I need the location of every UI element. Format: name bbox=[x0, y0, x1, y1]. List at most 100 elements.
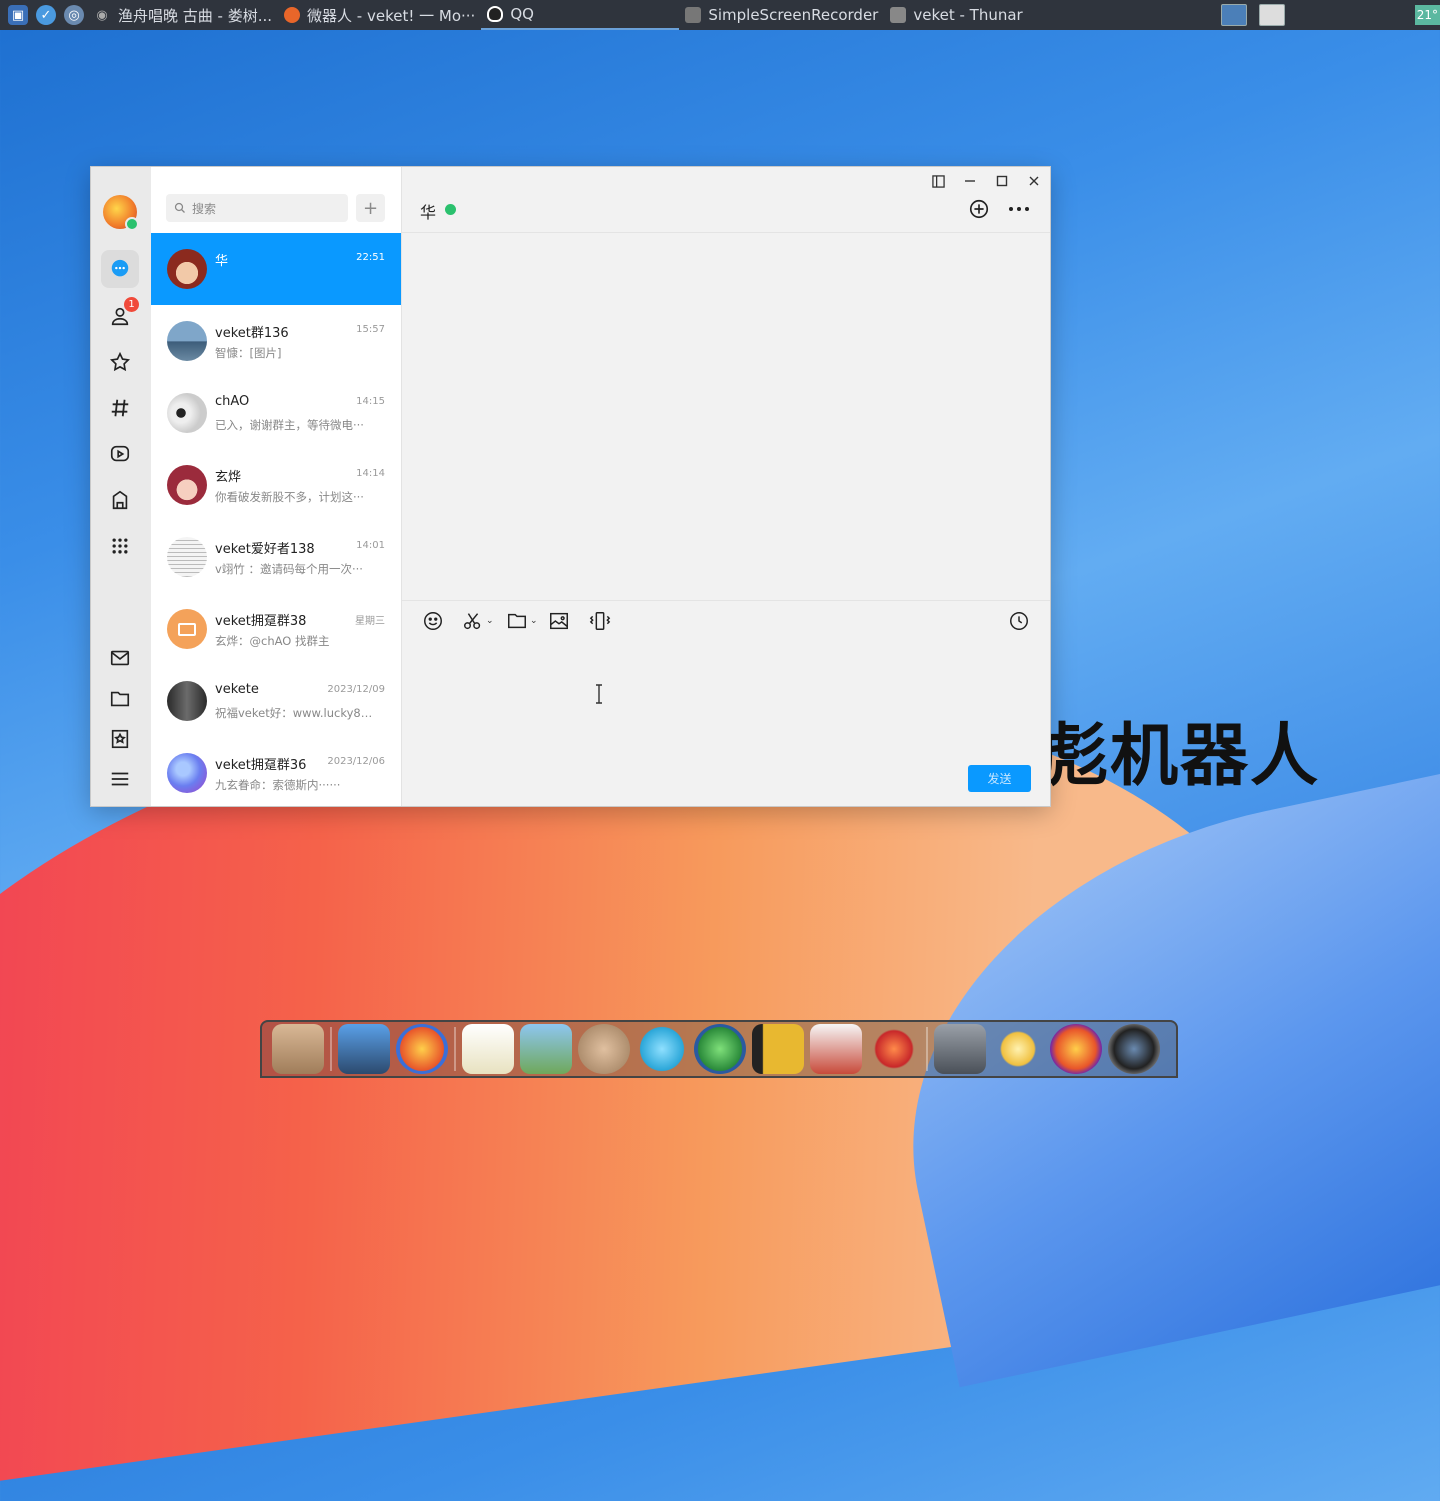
conversation-time: 22:51 bbox=[356, 252, 385, 263]
qq-penguin-icon bbox=[487, 6, 504, 22]
game-icon[interactable] bbox=[107, 487, 133, 513]
conversation-item[interactable]: veket群136 15:57 智慷：[图片] bbox=[151, 305, 401, 377]
avatar bbox=[167, 609, 207, 649]
task-thunar[interactable]: veket - Thunar bbox=[884, 0, 1028, 30]
conversation-time: 2023/12/09 bbox=[327, 684, 385, 695]
task-thunar-label: veket - Thunar bbox=[913, 6, 1023, 24]
hash-icon[interactable] bbox=[107, 395, 133, 421]
conversation-time: 2023/12/06 bbox=[327, 756, 385, 767]
online-status-dot bbox=[445, 204, 456, 215]
text-editor-icon[interactable] bbox=[462, 1024, 514, 1074]
contacts-badge: 1 bbox=[124, 297, 139, 312]
conversation-name: veket群136 bbox=[215, 326, 289, 341]
dock-separator bbox=[330, 1027, 332, 1071]
emoji-icon[interactable] bbox=[422, 610, 444, 632]
star-icon[interactable] bbox=[107, 349, 133, 375]
browser-icon[interactable]: ✓ bbox=[36, 5, 56, 25]
conversation-name: veket拥趸群36 bbox=[215, 758, 307, 773]
add-member-icon[interactable] bbox=[968, 198, 990, 220]
conversation-time: 14:01 bbox=[356, 540, 385, 551]
record-icon[interactable]: ◉ bbox=[92, 5, 112, 25]
conversation-item[interactable]: veket拥趸群38 星期三 玄烨：@chAO 找群主 bbox=[151, 593, 401, 665]
system-tray: 21° bbox=[1220, 0, 1440, 30]
media-player-icon[interactable] bbox=[694, 1024, 746, 1074]
atom-icon[interactable] bbox=[636, 1024, 688, 1074]
wallpaper-text: 彪机器人 bbox=[1040, 717, 1321, 796]
conversation-preview: 你看破发新股不多，计划这··· bbox=[215, 490, 364, 504]
conversation-list: 搜索 + 华 22:51 veket群136 15:57 智慷：[图片] chA… bbox=[151, 167, 401, 806]
music-player-icon[interactable] bbox=[578, 1024, 630, 1074]
history-icon[interactable] bbox=[1008, 610, 1030, 632]
contacts-icon[interactable]: 1 bbox=[107, 297, 139, 329]
top-panel: ▣ ✓ ◎ ◉ 渔舟唱晚 古曲 - 娄树... 微器人 - veket! 一 M… bbox=[0, 0, 1440, 30]
clock[interactable]: 21° bbox=[1414, 5, 1440, 25]
conversation-item[interactable]: vekete 2023/12/09 祝福veket好：www.lucky8k.·… bbox=[151, 665, 401, 737]
online-status-dot bbox=[125, 217, 139, 231]
shake-icon[interactable] bbox=[588, 610, 612, 632]
search-icon bbox=[174, 202, 185, 213]
notebook-icon[interactable] bbox=[752, 1024, 804, 1074]
conversation-preview: 九玄眷命：索德斯内······ bbox=[215, 778, 341, 792]
task-qq[interactable]: QQ bbox=[481, 0, 680, 30]
computer-icon[interactable] bbox=[338, 1024, 390, 1074]
conversation-time: 星期三 bbox=[355, 616, 385, 627]
desktop-icon[interactable]: ▣ bbox=[8, 5, 28, 25]
conversation-item[interactable]: 玄烨 14:14 你看破发新股不多，计划这··· bbox=[151, 449, 401, 521]
conversation-time: 14:15 bbox=[356, 396, 385, 407]
conversation-name: veket拥趸群38 bbox=[215, 614, 307, 629]
task-qq-label: QQ bbox=[510, 5, 534, 23]
display-icon[interactable] bbox=[1220, 4, 1247, 26]
add-button[interactable]: + bbox=[356, 194, 385, 222]
task-recorder-label: SimpleScreenRecorder bbox=[708, 6, 879, 24]
avatar bbox=[167, 393, 207, 433]
task-firefox[interactable]: 微器人 - veket! 一 Mo··· bbox=[278, 0, 481, 30]
firefox-icon[interactable] bbox=[396, 1024, 448, 1074]
network-icon[interactable]: ◎ bbox=[64, 5, 84, 25]
apps-grid-icon[interactable] bbox=[107, 533, 133, 559]
chat-title: 华 bbox=[420, 203, 437, 222]
avatar bbox=[167, 537, 207, 577]
app-logo[interactable] bbox=[103, 195, 139, 231]
nav-rail: 1 bbox=[91, 167, 151, 806]
chat-panel: 华 ⌄ ⌄ 发送 bbox=[401, 167, 1050, 806]
conversation-preview: v翊竹 ：邀请码每个用一次··· bbox=[215, 562, 363, 576]
input-toolbar: ⌄ ⌄ bbox=[402, 600, 1050, 641]
conversation-name: chAO bbox=[215, 394, 250, 409]
chat-header: 华 bbox=[402, 167, 1050, 233]
more-icon[interactable] bbox=[1008, 198, 1030, 220]
drive-icon[interactable] bbox=[934, 1024, 986, 1074]
chevron-down-icon: ⌄ bbox=[486, 616, 494, 626]
dock-separator bbox=[926, 1027, 928, 1071]
menu-icon[interactable] bbox=[107, 766, 133, 792]
video-icon[interactable] bbox=[107, 441, 133, 467]
conversation-item[interactable]: 华 22:51 bbox=[151, 233, 401, 305]
camera-icon[interactable] bbox=[1108, 1024, 1160, 1074]
conversation-item[interactable]: veket爱好者138 14:01 v翊竹 ：邀请码每个用一次··· bbox=[151, 521, 401, 593]
settings-sun-icon[interactable] bbox=[992, 1024, 1044, 1074]
image-icon[interactable] bbox=[548, 610, 570, 632]
chat-icon[interactable] bbox=[101, 250, 139, 288]
task-music[interactable]: 渔舟唱晚 古曲 - 娄树... bbox=[112, 0, 278, 30]
firefox-alt-icon[interactable] bbox=[1050, 1024, 1102, 1074]
conversation-time: 15:57 bbox=[356, 324, 385, 335]
task-recorder[interactable]: SimpleScreenRecorder bbox=[679, 0, 884, 30]
image-viewer-icon[interactable] bbox=[520, 1024, 572, 1074]
bookmark-icon[interactable] bbox=[107, 726, 133, 752]
window-switch-icon[interactable] bbox=[1258, 4, 1285, 26]
conversation-preview: 玄烨：@chAO 找群主 bbox=[215, 634, 330, 648]
send-button[interactable]: 发送 bbox=[968, 765, 1031, 792]
file-icon[interactable]: ⌄ bbox=[506, 610, 538, 632]
conversation-item[interactable]: veket拥趸群36 2023/12/06 九玄眷命：索德斯内······ bbox=[151, 737, 401, 806]
screenshot-icon[interactable]: ⌄ bbox=[462, 610, 494, 632]
conversation-item[interactable]: chAO 14:15 已入，谢谢群主，等待微电··· bbox=[151, 377, 401, 449]
search-input[interactable]: 搜索 bbox=[166, 194, 348, 222]
chevron-down-icon: ⌄ bbox=[530, 616, 538, 626]
home-folder-icon[interactable] bbox=[272, 1024, 324, 1074]
dock-separator bbox=[454, 1027, 456, 1071]
folder-icon[interactable] bbox=[107, 686, 133, 712]
mail-icon[interactable] bbox=[107, 645, 133, 671]
rocket-icon[interactable] bbox=[868, 1024, 920, 1074]
conversation-name: vekete bbox=[215, 682, 259, 697]
spreadsheet-icon[interactable] bbox=[810, 1024, 862, 1074]
firefox-icon bbox=[284, 7, 301, 23]
